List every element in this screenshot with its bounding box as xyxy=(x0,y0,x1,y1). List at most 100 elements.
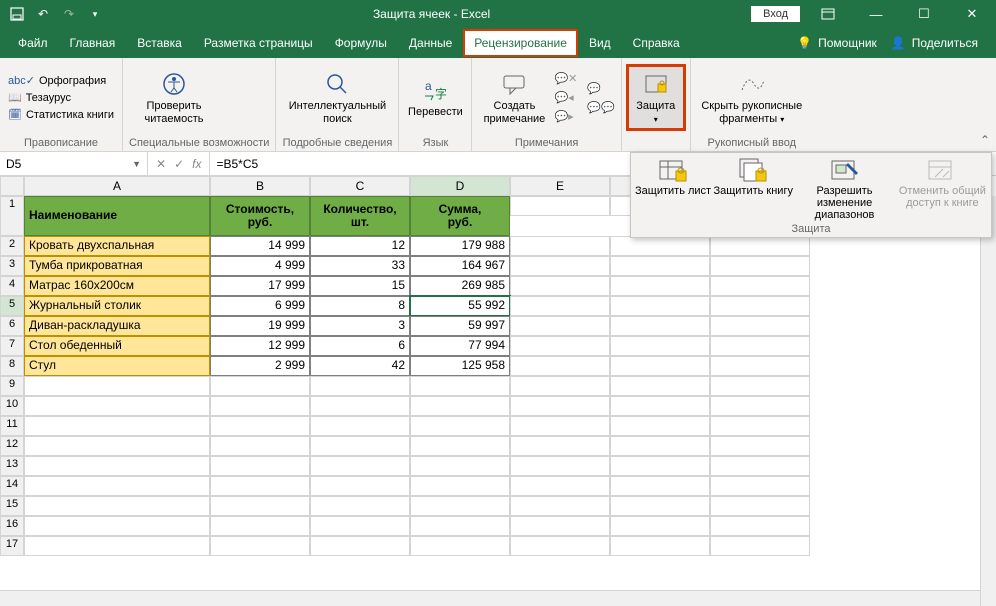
row-header[interactable]: 5 xyxy=(0,296,24,316)
cell-qty[interactable]: 33 xyxy=(310,256,410,276)
delete-comment-icon[interactable]: 💬✕ xyxy=(554,72,577,85)
cell[interactable] xyxy=(310,496,410,516)
fx-icon[interactable]: fx xyxy=(192,157,201,171)
cell[interactable] xyxy=(510,496,610,516)
cell[interactable] xyxy=(410,516,510,536)
vertical-scrollbar[interactable] xyxy=(980,196,996,606)
enter-icon[interactable]: ✓ xyxy=(174,157,184,171)
cell-name[interactable]: Матрас 160х200см xyxy=(24,276,210,296)
cell[interactable] xyxy=(610,456,710,476)
cell[interactable] xyxy=(310,436,410,456)
cell[interactable] xyxy=(510,296,610,316)
cell[interactable] xyxy=(310,516,410,536)
cell[interactable] xyxy=(510,236,610,256)
cell[interactable] xyxy=(610,516,710,536)
cell[interactable] xyxy=(24,396,210,416)
select-all-corner[interactable] xyxy=(0,176,24,196)
cell[interactable] xyxy=(610,336,710,356)
cell-cost[interactable]: 17 999 xyxy=(210,276,310,296)
cell[interactable] xyxy=(24,516,210,536)
row-header[interactable]: 14 xyxy=(0,476,24,496)
cell[interactable] xyxy=(710,536,810,556)
row-header[interactable]: 10 xyxy=(0,396,24,416)
cell[interactable] xyxy=(610,236,710,256)
cell-name[interactable]: Диван-раскладушка xyxy=(24,316,210,336)
cell[interactable] xyxy=(510,456,610,476)
row-header[interactable]: 1 xyxy=(0,196,24,236)
cell-qty[interactable]: 8 xyxy=(310,296,410,316)
cell-name[interactable]: Стол обеденный xyxy=(24,336,210,356)
prev-comment-icon[interactable]: 💬◂ xyxy=(554,91,577,104)
cell-sum[interactable]: 269 985 xyxy=(410,276,510,296)
cell[interactable] xyxy=(610,256,710,276)
cell[interactable] xyxy=(610,376,710,396)
cell[interactable] xyxy=(610,296,710,316)
column-header[interactable]: A xyxy=(24,176,210,196)
cell[interactable] xyxy=(710,456,810,476)
cell[interactable] xyxy=(210,436,310,456)
cell[interactable] xyxy=(710,416,810,436)
name-box[interactable]: D5 ▼ xyxy=(0,152,148,175)
tab-help[interactable]: Справка xyxy=(623,30,690,56)
cell[interactable] xyxy=(510,276,610,296)
tab-layout[interactable]: Разметка страницы xyxy=(194,30,323,56)
cell[interactable] xyxy=(710,276,810,296)
protect-workbook-button[interactable]: Защитить книгу xyxy=(713,157,793,221)
cell[interactable] xyxy=(510,436,610,456)
hide-ink-button[interactable]: Скрыть рукописные фрагменты ▾ xyxy=(697,70,807,125)
cell[interactable] xyxy=(510,476,610,496)
spelling-button[interactable]: abc✓Орфография xyxy=(6,73,116,88)
tab-data[interactable]: Данные xyxy=(399,30,462,56)
cell[interactable] xyxy=(410,456,510,476)
cell[interactable] xyxy=(410,376,510,396)
cell-cost[interactable]: 12 999 xyxy=(210,336,310,356)
cell-sum[interactable]: 179 988 xyxy=(410,236,510,256)
cell[interactable] xyxy=(210,476,310,496)
cell[interactable] xyxy=(710,256,810,276)
undo-icon[interactable]: ↶ xyxy=(32,3,54,25)
cell[interactable] xyxy=(510,416,610,436)
cell[interactable] xyxy=(710,476,810,496)
cell-cost[interactable]: 2 999 xyxy=(210,356,310,376)
save-icon[interactable] xyxy=(6,3,28,25)
cell[interactable] xyxy=(710,356,810,376)
cell[interactable] xyxy=(610,276,710,296)
header-cell[interactable]: Сумма,руб. xyxy=(410,196,510,236)
collapse-ribbon-icon[interactable]: ⌃ xyxy=(980,133,990,147)
row-header[interactable]: 9 xyxy=(0,376,24,396)
cell[interactable] xyxy=(510,356,610,376)
tab-view[interactable]: Вид xyxy=(579,30,621,56)
cell-sum[interactable]: 59 997 xyxy=(410,316,510,336)
row-header[interactable]: 15 xyxy=(0,496,24,516)
row-header[interactable]: 7 xyxy=(0,336,24,356)
cell[interactable] xyxy=(710,336,810,356)
cell[interactable] xyxy=(610,536,710,556)
cell-name[interactable]: Кровать двухспальная xyxy=(24,236,210,256)
cell[interactable] xyxy=(510,536,610,556)
column-header[interactable]: C xyxy=(310,176,410,196)
thesaurus-button[interactable]: 📖Тезаурус xyxy=(6,90,116,105)
cell[interactable] xyxy=(410,416,510,436)
cell[interactable] xyxy=(24,456,210,476)
row-header[interactable]: 2 xyxy=(0,236,24,256)
cell-sum[interactable]: 77 994 xyxy=(410,336,510,356)
cell-name[interactable]: Тумба прикроватная xyxy=(24,256,210,276)
cancel-icon[interactable]: ✕ xyxy=(156,157,166,171)
cell-cost[interactable]: 19 999 xyxy=(210,316,310,336)
cell[interactable] xyxy=(24,536,210,556)
cell[interactable] xyxy=(410,476,510,496)
row-header[interactable]: 16 xyxy=(0,516,24,536)
protect-sheet-button[interactable]: Защитить лист xyxy=(633,157,713,221)
cell[interactable] xyxy=(710,236,810,256)
cell-name[interactable]: Стул xyxy=(24,356,210,376)
cell[interactable] xyxy=(710,516,810,536)
cell[interactable] xyxy=(24,416,210,436)
cell-qty[interactable]: 42 xyxy=(310,356,410,376)
show-comment-icon[interactable]: 💬 xyxy=(587,82,614,95)
cell[interactable] xyxy=(310,476,410,496)
row-header[interactable]: 8 xyxy=(0,356,24,376)
cell[interactable] xyxy=(210,396,310,416)
row-header[interactable]: 17 xyxy=(0,536,24,556)
smart-lookup-button[interactable]: Интеллектуальный поиск xyxy=(282,70,392,125)
cell[interactable] xyxy=(410,436,510,456)
